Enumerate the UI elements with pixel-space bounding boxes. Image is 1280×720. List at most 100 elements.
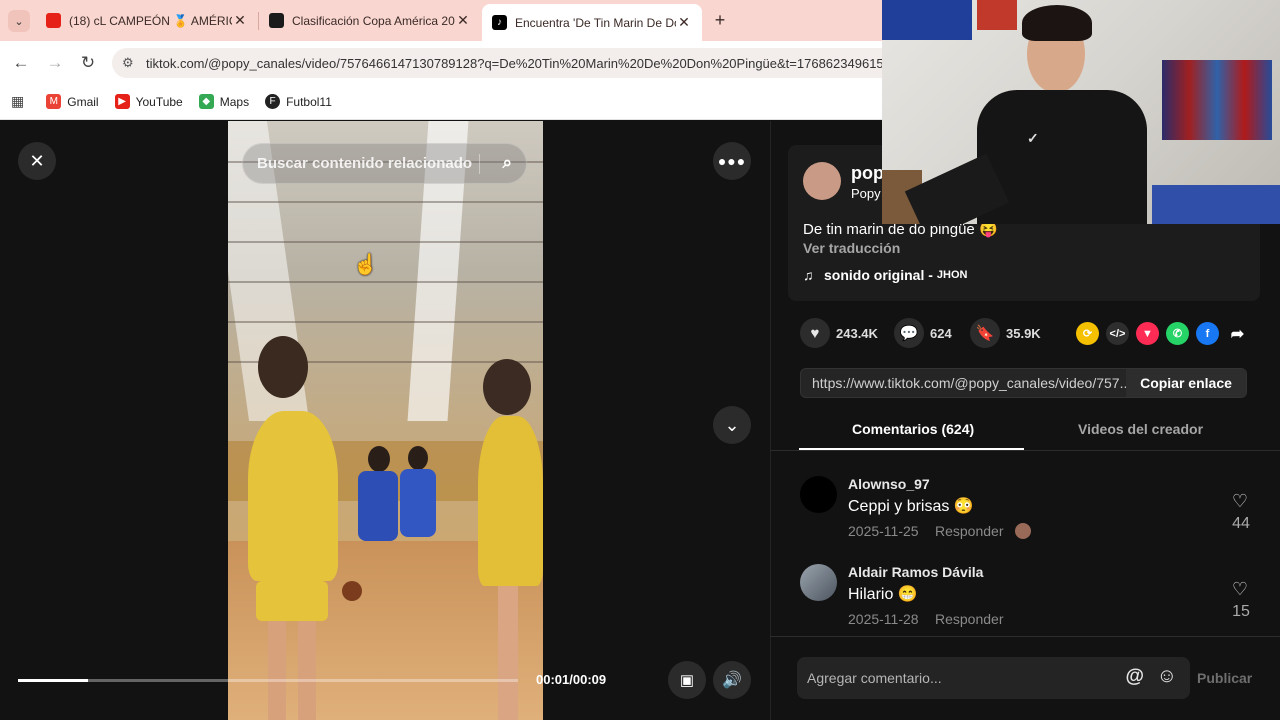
player-head-graphic [258, 336, 308, 398]
publish-button[interactable]: Publicar [1197, 670, 1252, 686]
comment-like-count: 15 [1232, 603, 1250, 620]
embed-icon[interactable]: </> [1106, 322, 1129, 345]
sound-label: sonido original - [824, 267, 933, 283]
mini-player-icon: ▣ [679, 672, 695, 689]
bookmark-label: Gmail [67, 94, 99, 109]
save-stat[interactable]: 🔖 35.9K [970, 318, 1041, 348]
search-icon[interactable]: ⌕ [502, 153, 512, 173]
comment-divider [770, 636, 1280, 637]
comment-bubble-icon[interactable]: 💬 [894, 318, 924, 348]
chevron-down-icon: ⌄ [724, 414, 740, 435]
repost-icon[interactable]: ⟳ [1076, 322, 1099, 345]
mini-player-button[interactable]: ▣ [668, 661, 706, 699]
related-search-placeholder: Buscar contenido relacionado [257, 155, 473, 172]
close-tab-icon[interactable]: ✕ [455, 12, 471, 29]
creator-nickname: Popy [851, 186, 881, 201]
reload-icon[interactable]: ↻ [75, 50, 101, 76]
player-leg-graphic [498, 586, 518, 720]
comment-item: Alownso_97 Ceppi y brisas 😳 2025-11-25 R… [770, 476, 1280, 561]
site-favicon-icon [269, 13, 284, 28]
creator-avatar[interactable] [803, 162, 841, 200]
player-leg-graphic [298, 621, 316, 720]
roof-beam [228, 321, 543, 323]
comment-input[interactable]: Agregar comentario... @ ☺ [797, 657, 1190, 699]
more-options-button[interactable]: ●●● [713, 142, 751, 180]
sound-link[interactable]: sonido original - JHON [824, 267, 967, 283]
close-icon: ✕ [29, 150, 45, 171]
tab-title: Encuentra 'De Tin Marin De Do [515, 15, 676, 30]
browser-tab-tiktok[interactable]: ♪ Encuentra 'De Tin Marin De Do ✕ [482, 4, 702, 41]
site-settings-icon[interactable]: ⚙ [122, 55, 134, 71]
facebook-icon[interactable]: f [1196, 322, 1219, 345]
close-tab-icon[interactable]: ✕ [676, 14, 692, 31]
heart-outline-icon[interactable]: ♡ [1232, 491, 1248, 512]
creator-liked-avatar [1015, 523, 1031, 539]
bookmark-label: Maps [219, 94, 250, 109]
comment-text: Ceppi y brisas 😳 [848, 498, 974, 515]
back-icon[interactable]: ← [8, 50, 34, 76]
hand-cursor-icon: ☝ [353, 254, 378, 276]
avatar[interactable] [800, 476, 837, 513]
mention-icon[interactable]: @ [1125, 666, 1144, 688]
avatar[interactable] [800, 564, 837, 601]
bookmark-label: Futbol11 [286, 94, 332, 109]
next-video-button[interactable]: ⌄ [713, 406, 751, 444]
bookmark-youtube[interactable]: ▶ YouTube [114, 94, 183, 109]
shirt-logo-graphic: ✓ [1027, 130, 1039, 146]
address-bar[interactable]: ⚙ tiktok.com/@popy_canales/video/7576466… [112, 48, 902, 78]
heart-outline-icon[interactable]: ♡ [1232, 579, 1248, 600]
tabs-divider [770, 450, 1280, 451]
player-blue-jersey-graphic [400, 469, 436, 537]
heart-icon[interactable]: ♥ [800, 318, 830, 348]
forward-icon[interactable]: → [42, 50, 68, 76]
bookmark-label: YouTube [135, 94, 183, 109]
bed-graphic [1152, 185, 1280, 224]
bookmark-maps[interactable]: ◆ Maps [198, 94, 250, 109]
tab-search-chevron-icon[interactable]: ⌄ [8, 10, 30, 32]
comment-count: 624 [930, 325, 952, 341]
apps-grid-icon[interactable]: ▦ [11, 93, 24, 110]
url-text: tiktok.com/@popy_canales/video/757646614… [146, 55, 899, 71]
save-count: 35.9K [1006, 325, 1041, 341]
browser-tab-copa-america[interactable]: Clasificación Copa América 201 ✕ [259, 4, 481, 37]
comment-stat[interactable]: 💬 624 [894, 318, 952, 348]
video-progress-fill [18, 679, 88, 682]
tab-comments[interactable]: Comentarios (624) [852, 421, 974, 437]
reply-button[interactable]: Responder [935, 523, 1004, 539]
close-tab-icon[interactable]: ✕ [232, 12, 248, 29]
more-dots-icon: ●●● [717, 153, 747, 169]
send-to-friend-icon[interactable]: ▼ [1136, 322, 1159, 345]
player-leg-graphic [268, 621, 286, 720]
roof-beam [228, 281, 543, 283]
like-stat[interactable]: ♥ 243.4K [800, 318, 878, 348]
creator-username[interactable]: pop [851, 163, 884, 184]
futbol11-icon: F [265, 94, 281, 109]
comment-username[interactable]: Aldair Ramos Dávila [848, 564, 983, 580]
bookmark-icon[interactable]: 🔖 [970, 318, 1000, 348]
bookmark-gmail[interactable]: M Gmail [46, 94, 99, 109]
translate-link[interactable]: Ver traducción [803, 240, 900, 256]
tab-creator-videos[interactable]: Videos del creador [1078, 421, 1203, 437]
video-time: 00:01/00:09 [536, 672, 607, 687]
video-link-url[interactable]: https://www.tiktok.com/@popy_canales/vid… [801, 375, 1129, 391]
bookmark-futbol11[interactable]: F Futbol11 [265, 94, 332, 109]
comment-text: Hilario 😁 [848, 586, 918, 603]
tab-title: (18) cL CAMPEÓN 🏅 AMÉRICA [69, 13, 232, 28]
browser-tab-youtube[interactable]: (18) cL CAMPEÓN 🏅 AMÉRICA ✕ [36, 4, 258, 37]
youtube-icon: ▶ [114, 94, 130, 109]
player-shorts-graphic [256, 581, 328, 621]
emoji-icon[interactable]: ☺ [1157, 665, 1177, 688]
reply-button[interactable]: Responder [935, 611, 1004, 627]
share-arrow-icon[interactable]: ➦ [1226, 322, 1249, 345]
volume-button[interactable]: 🔊 [713, 661, 751, 699]
related-search-input[interactable]: Buscar contenido relacionado ⌕ [242, 143, 527, 184]
copy-link-button[interactable]: Copiar enlace [1126, 369, 1246, 397]
whatsapp-icon[interactable]: ✆ [1166, 322, 1189, 345]
gmail-icon: M [46, 94, 62, 109]
close-video-button[interactable]: ✕ [18, 142, 56, 180]
video-progress-bar[interactable] [18, 679, 518, 682]
video-frame[interactable] [228, 121, 543, 720]
new-tab-button[interactable]: + [710, 10, 730, 30]
comment-placeholder: Agregar comentario... [807, 670, 942, 686]
comment-username[interactable]: Alownso_97 [848, 476, 930, 492]
